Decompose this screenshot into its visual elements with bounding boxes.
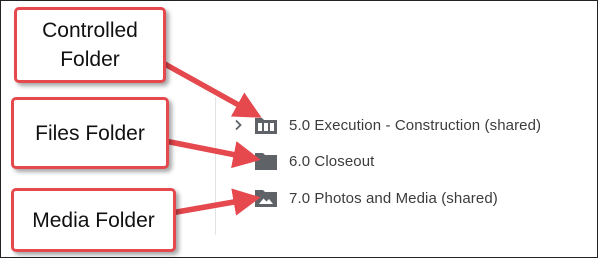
annotated-screenshot: 5.0 Execution - Construction (shared) 6.… — [0, 0, 598, 258]
chevron-right-icon[interactable] — [223, 119, 253, 131]
callout-label: Files Folder — [35, 121, 145, 145]
callout-controlled-folder: Controlled Folder — [14, 7, 166, 83]
callout-label: Media Folder — [32, 208, 155, 232]
folder-icon — [253, 150, 279, 172]
tree-row-photos-media[interactable]: 7.0 Photos and Media (shared) — [223, 183, 498, 213]
arrow-controlled — [161, 60, 262, 118]
tree-divider — [215, 97, 216, 235]
callout-line-2: Folder — [60, 48, 120, 71]
tree-row-closeout[interactable]: 6.0 Closeout — [223, 146, 374, 176]
media-folder-icon — [253, 187, 279, 209]
controlled-folder-icon — [253, 114, 279, 136]
tree-item-label[interactable]: 7.0 Photos and Media (shared) — [289, 190, 498, 207]
tree-item-label[interactable]: 5.0 Execution - Construction (shared) — [289, 117, 541, 134]
callout-line-1: Controlled — [42, 19, 138, 42]
callout-media-folder: Media Folder — [11, 188, 176, 252]
callout-files-folder: Files Folder — [11, 97, 169, 169]
tree-row-execution-construction[interactable]: 5.0 Execution - Construction (shared) — [223, 110, 541, 140]
tree-item-label[interactable]: 6.0 Closeout — [289, 153, 374, 170]
